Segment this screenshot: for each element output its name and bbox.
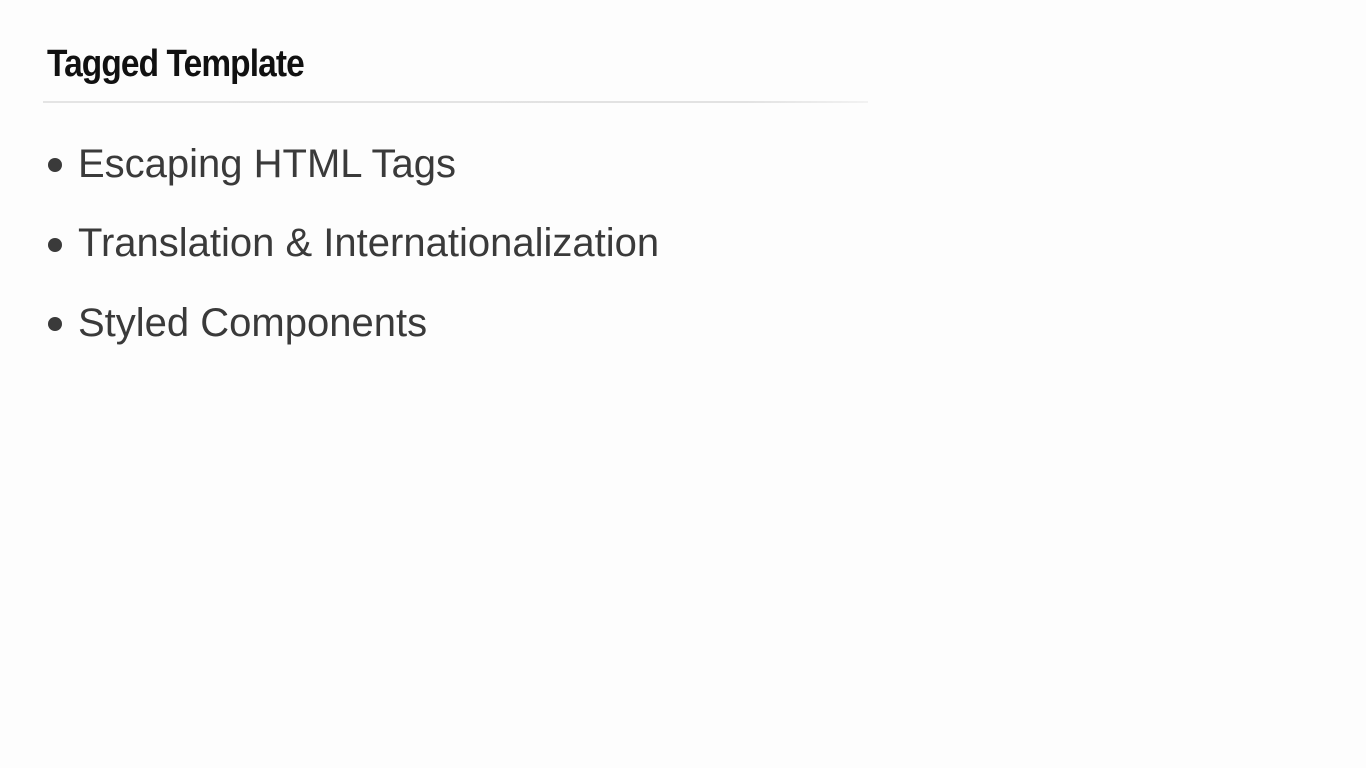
slide: Tagged Template Escaping HTML Tags Trans…	[0, 0, 1366, 768]
bullet-dot-icon	[48, 237, 62, 252]
bullet-item: Escaping HTML Tags	[48, 136, 659, 192]
bullet-dot-icon	[48, 317, 62, 331]
slide-title: Tagged Template	[47, 43, 305, 85]
title-divider	[43, 101, 868, 103]
bullet-text: Styled Components	[78, 300, 428, 345]
bullet-item: Translation & Internationalization	[48, 216, 659, 272]
bullet-text: Translation & Internationalization	[78, 221, 660, 265]
bullet-list: Escaping HTML Tags Translation & Interna…	[48, 136, 659, 375]
bullet-dot-icon	[48, 158, 62, 172]
bullet-text: Escaping HTML Tags	[78, 141, 456, 186]
bullet-item: Styled Components	[48, 295, 659, 351]
